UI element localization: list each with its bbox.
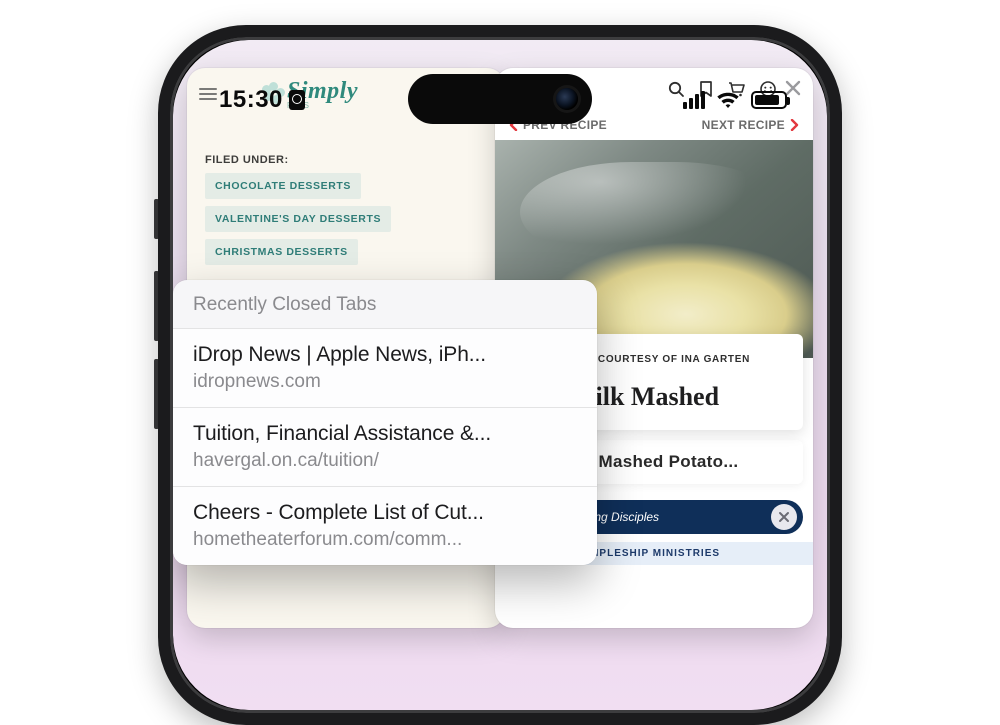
recently-closed-tab-item[interactable]: Cheers - Complete List of Cut... homethe…: [173, 486, 597, 565]
recently-closed-tab-item[interactable]: Tuition, Financial Assistance &... haver…: [173, 407, 597, 486]
iphone-device: 15:30: [158, 25, 842, 725]
phone-screen: 15:30: [173, 40, 827, 710]
category-tag[interactable]: CHRISTMAS DESSERTS: [205, 239, 358, 265]
menu-icon[interactable]: [199, 85, 217, 103]
filed-under-label: FILED UNDER:: [205, 154, 487, 166]
category-tag[interactable]: CHOCOLATE DESSERTS: [205, 173, 361, 199]
closed-tab-title: Cheers - Complete List of Cut...: [193, 501, 579, 525]
close-tab-button[interactable]: [779, 74, 807, 102]
recently-closed-tabs-panel: Recently Closed Tabs iDrop News | Apple …: [173, 280, 597, 565]
front-camera: [556, 88, 578, 110]
bookmark-icon[interactable]: [699, 80, 713, 98]
flower-icon: [263, 83, 285, 105]
closed-tab-url: idropnews.com: [193, 371, 579, 393]
closed-tab-url: hometheaterforum.com/comm...: [193, 529, 579, 551]
recently-closed-tab-item[interactable]: iDrop News | Apple News, iPh... idropnew…: [173, 328, 597, 407]
panel-header: Recently Closed Tabs: [173, 280, 597, 328]
smile-icon[interactable]: [759, 80, 777, 98]
next-recipe-link[interactable]: NEXT RECIPE: [702, 118, 799, 132]
cart-icon[interactable]: [727, 80, 745, 98]
site-logo[interactable]: Simply PES: [263, 78, 358, 110]
dynamic-island: [408, 74, 592, 124]
closed-tab-url: havergal.on.ca/tuition/: [193, 450, 579, 472]
ad-close-icon[interactable]: [771, 504, 797, 530]
next-recipe-label: NEXT RECIPE: [702, 118, 785, 132]
search-icon[interactable]: [667, 80, 685, 98]
closed-tab-title: iDrop News | Apple News, iPh...: [193, 343, 579, 367]
closed-tab-title: Tuition, Financial Assistance &...: [193, 422, 579, 446]
category-tag[interactable]: VALENTINE'S DAY DESSERTS: [205, 206, 391, 232]
